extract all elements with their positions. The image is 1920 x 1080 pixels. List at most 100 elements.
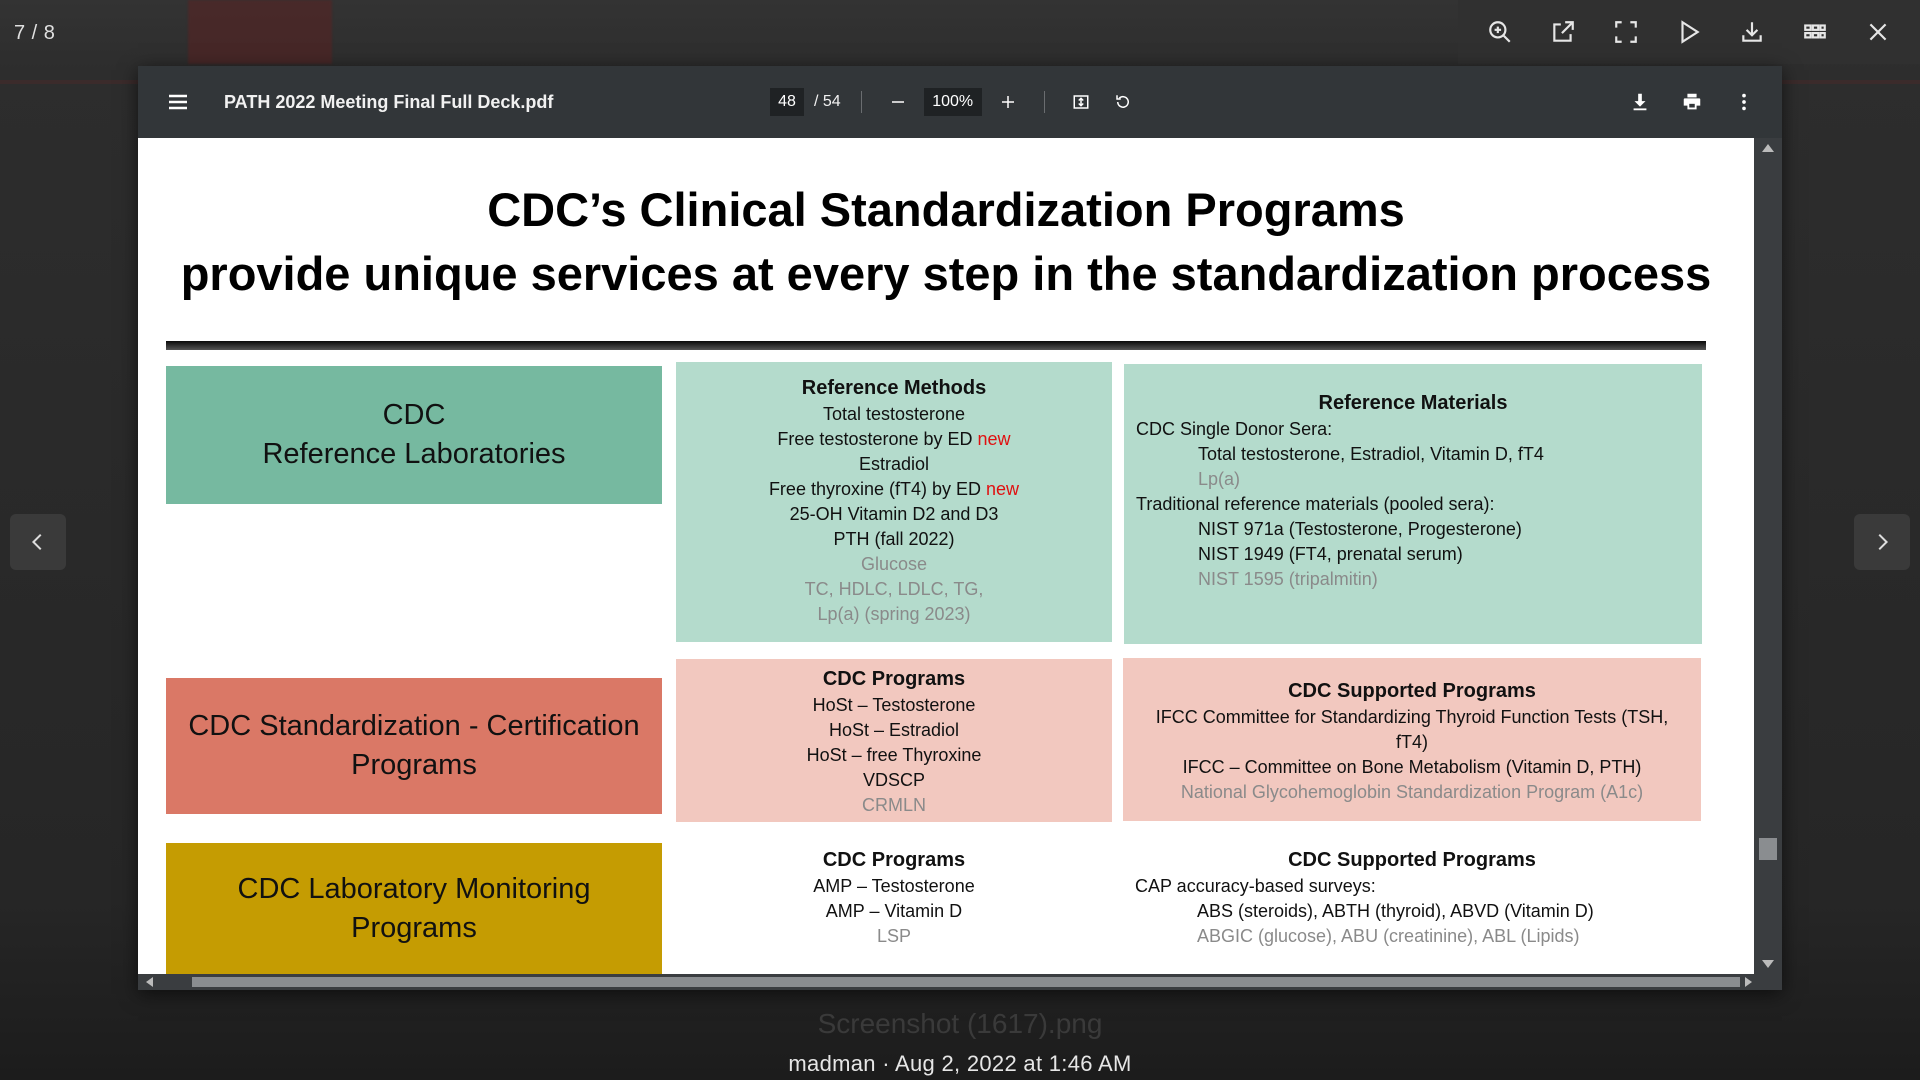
fullscreen-button[interactable]	[1604, 10, 1648, 54]
panel-heading: Reference Materials	[1318, 392, 1508, 414]
menu-icon	[169, 94, 187, 110]
fit-page-button[interactable]	[1065, 86, 1097, 118]
list-item: VDSCP	[862, 770, 925, 790]
toolbar-divider	[1043, 91, 1045, 113]
rotate-icon	[1115, 95, 1129, 108]
list-item: Total testosterone	[822, 404, 966, 424]
reference-materials-panel: Reference Materials CDC Single Donor Ser…	[1124, 364, 1702, 644]
more-vertical-icon	[1742, 93, 1746, 111]
toolbar-divider	[860, 91, 862, 113]
zoom-out-button[interactable]	[882, 86, 914, 118]
pdf-page-controls: / 54	[770, 66, 1139, 138]
zoom-in-button[interactable]	[1478, 10, 1522, 54]
grid-icon	[1804, 24, 1827, 39]
print-icon	[1683, 93, 1701, 110]
pdf-download-button[interactable]	[1624, 86, 1656, 118]
new-badge: new	[986, 479, 1020, 499]
list-item: ABGIC (glucose), ABU (creatinine), ABL (…	[1197, 926, 1580, 946]
list-item: NIST 971a (Testosterone, Progesterone)	[1198, 519, 1522, 539]
slide-title-line-2: provide unique services at every step in…	[180, 247, 1712, 300]
fullscreen-icon	[1615, 21, 1637, 43]
rotate-button[interactable]	[1107, 86, 1139, 118]
background-filename-ghost: Screenshot (1617).png	[817, 1008, 1103, 1039]
list-item: CRMLN	[861, 795, 926, 815]
play-icon	[1681, 20, 1700, 44]
slide-title-line-1: CDC’s Clinical Standardization Programs	[487, 183, 1405, 236]
chevron-right-icon	[1878, 533, 1889, 551]
pdf-toolbar: PATH 2022 Meeting Final Full Deck.pdf / …	[138, 66, 1782, 138]
vertical-scroll-thumb[interactable]	[1759, 838, 1777, 860]
panel-heading: CDC Supported Programs	[1288, 849, 1536, 871]
panel-heading: CDC Programs	[822, 849, 966, 871]
list-item: 25-OH Vitamin D2 and D3	[789, 504, 999, 524]
category-label: CDC Laboratory Monitoring Programs	[237, 872, 591, 944]
page-number-input[interactable]	[770, 88, 804, 116]
open-external-icon	[1552, 21, 1574, 42]
list-item: HoSt – free Thyroxine	[806, 745, 982, 765]
list-item: IFCC Committee for Standardizing Thyroid…	[1155, 707, 1669, 727]
grid-view-button[interactable]	[1793, 10, 1837, 54]
open-external-button[interactable]	[1541, 10, 1585, 54]
close-button[interactable]	[1856, 10, 1900, 54]
zoom-in-icon	[1488, 21, 1511, 43]
scroll-left-arrow[interactable]	[146, 977, 153, 987]
menu-button[interactable]	[158, 82, 198, 122]
minus-icon	[891, 101, 904, 103]
close-icon	[1870, 23, 1887, 41]
download-icon	[1742, 22, 1762, 42]
list-item: ABS (steroids), ABTH (thyroid), ABVD (Vi…	[1197, 901, 1594, 921]
pdf-actions	[1624, 66, 1760, 138]
viewer-toolbar	[1458, 0, 1920, 64]
pdf-viewer: PATH 2022 Meeting Final Full Deck.pdf / …	[138, 66, 1782, 990]
zoom-in-pdf-button[interactable]	[992, 86, 1024, 118]
certification-supported-programs-panel: CDC Supported Programs IFCC Committee fo…	[1123, 658, 1701, 821]
vertical-scrollbar[interactable]	[1754, 138, 1782, 974]
print-button[interactable]	[1676, 86, 1708, 118]
list-item: PTH (fall 2022)	[833, 529, 955, 549]
plus-icon	[1001, 96, 1014, 108]
list-item: Free thyroxine (fT4) by ED new	[676, 477, 1112, 502]
certification-cdc-programs-panel: CDC Programs HoSt – Testosterone HoSt – …	[676, 659, 1112, 822]
fit-page-icon	[1073, 95, 1089, 109]
chevron-left-icon	[31, 533, 42, 551]
next-image-button[interactable]	[1854, 514, 1910, 570]
list-item: LSP	[876, 926, 912, 946]
horizontal-scrollbar[interactable]	[138, 974, 1782, 990]
list-item-text: Free thyroxine (fT4) by ED	[768, 479, 981, 499]
background-ghost-image	[188, 0, 332, 64]
image-counter: 7 / 8	[14, 22, 56, 44]
list-item-text: Free testosterone by ED	[777, 429, 973, 449]
panel-heading: Reference Methods	[801, 377, 987, 399]
title-divider	[166, 341, 1706, 350]
more-options-button[interactable]	[1728, 86, 1760, 118]
horizontal-scroll-thumb[interactable]	[192, 977, 1740, 987]
slideshow-button[interactable]	[1667, 10, 1711, 54]
list-item: AMP – Testosterone	[813, 876, 975, 896]
list-item: HoSt – Estradiol	[828, 720, 960, 740]
scroll-right-arrow[interactable]	[1745, 977, 1752, 987]
scroll-down-arrow[interactable]	[1762, 960, 1774, 968]
list-item: IFCC – Committee on Bone Metabolism (Vit…	[1182, 757, 1642, 777]
list-item: Estradiol	[858, 454, 930, 474]
pdf-page-area[interactable]: CDC’s Clinical Standardization Programs …	[138, 138, 1782, 990]
category-reference-laboratories: CDC Reference Laboratories	[166, 366, 662, 504]
zoom-level-input[interactable]	[923, 88, 982, 116]
monitoring-cdc-programs-panel: CDC Programs AMP – Testosterone AMP – Vi…	[676, 846, 1112, 974]
scroll-up-arrow[interactable]	[1762, 144, 1774, 152]
pdf-filename: PATH 2022 Meeting Final Full Deck.pdf	[224, 91, 554, 112]
panel-heading: CDC Programs	[822, 668, 966, 690]
download-icon	[1633, 93, 1647, 111]
reference-methods-panel: Reference Methods Total testosterone Fre…	[676, 362, 1112, 642]
previous-image-button[interactable]	[10, 514, 66, 570]
category-monitoring-programs: CDC Laboratory Monitoring Programs	[166, 843, 662, 974]
download-button[interactable]	[1730, 10, 1774, 54]
list-item: National Glycohemoglobin Standardization…	[1180, 782, 1644, 802]
page-total: / 54	[814, 93, 841, 110]
list-item: CDC Single Donor Sera:	[1136, 419, 1333, 439]
list-item: NIST 1595 (tripalmitin)	[1198, 569, 1378, 589]
category-label: CDC Standardization - Certification Prog…	[188, 710, 640, 781]
list-item: fT4)	[1395, 732, 1428, 752]
list-item: Traditional reference materials (pooled …	[1136, 494, 1495, 514]
new-badge: new	[977, 429, 1011, 449]
list-item: NIST 1949 (FT4, prenatal serum)	[1198, 544, 1463, 564]
